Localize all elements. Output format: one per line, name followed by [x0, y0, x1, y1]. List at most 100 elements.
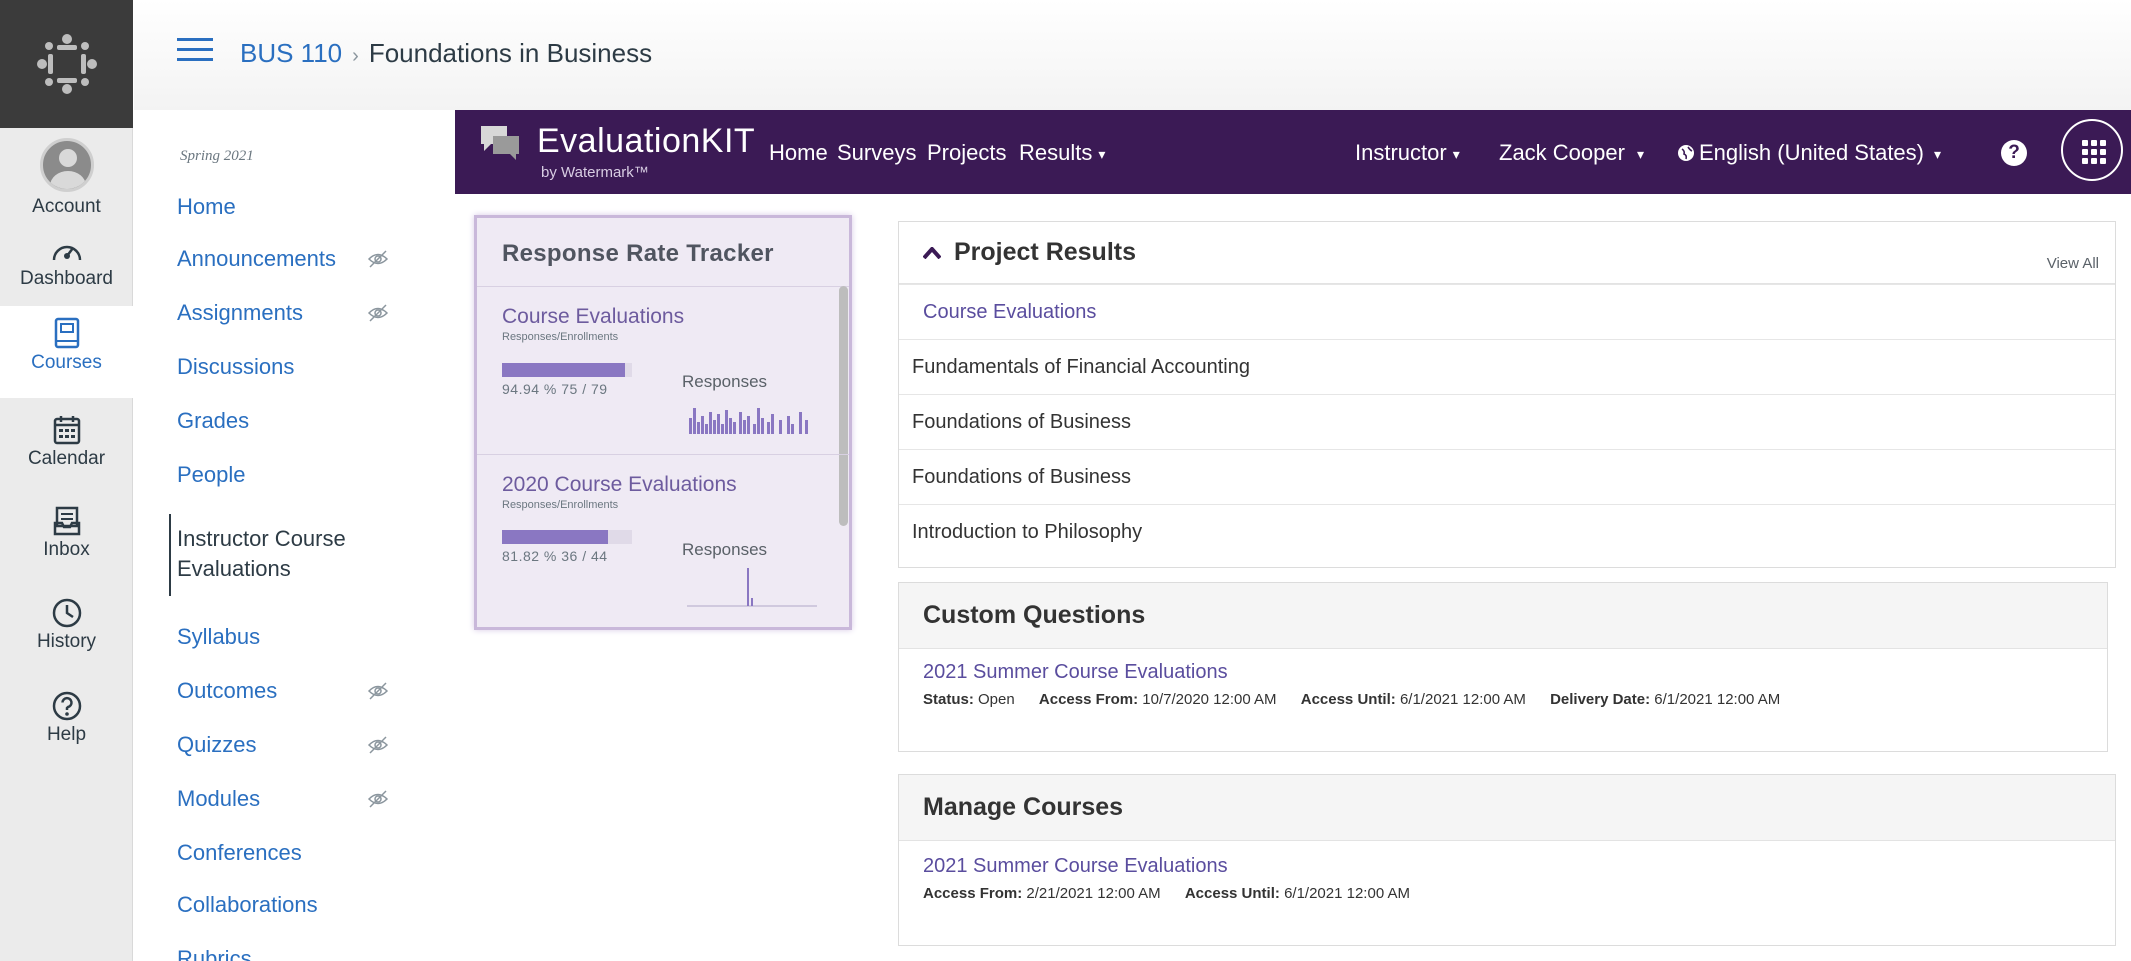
global-nav-label: Dashboard [20, 268, 113, 289]
course-nav-grades[interactable]: Grades [177, 408, 249, 434]
course-nav-rubrics[interactable]: Rubrics [177, 946, 252, 961]
hidden-eye-icon [367, 304, 389, 322]
course-nav-modules[interactable]: Modules [177, 786, 260, 812]
responses-sparkline [687, 568, 817, 607]
course-navigation: Spring 2021 Home Announcements Assignmen… [134, 110, 454, 961]
ek-user-dropdown[interactable]: Zack Cooper ▾ [1499, 140, 1644, 166]
hamburger-menu-icon[interactable] [177, 38, 213, 62]
manage-courses-survey-link[interactable]: 2021 Summer Course Evaluations [923, 855, 1228, 878]
help-icon[interactable]: ? [2001, 140, 2027, 166]
course-nav-collaborations[interactable]: Collaborations [177, 892, 318, 918]
global-nav-help[interactable]: Help [0, 690, 133, 772]
ek-nav-surveys[interactable]: Surveys [837, 140, 916, 166]
response-rate-tracker: Response Rate Tracker Course Evaluations… [474, 215, 852, 630]
project-results-row-label: Course Evaluations [923, 301, 1097, 323]
question-icon [52, 691, 81, 721]
project-results-row-label: Introduction to Philosophy [912, 521, 1143, 543]
response-rate-text: 94.94 % 75 / 79 [502, 381, 608, 397]
caret-down-icon: ▾ [1636, 145, 1644, 162]
course-nav-home[interactable]: Home [177, 194, 236, 220]
access-until-value: 6/1/2021 12:00 AM [1399, 691, 1526, 708]
caret-down-icon: ▾ [1452, 145, 1460, 162]
project-results-row[interactable]: Foundations of Business [899, 449, 2115, 504]
course-nav-quizzes[interactable]: Quizzes [177, 732, 256, 758]
tracker-scrollbar[interactable] [839, 286, 848, 526]
hidden-eye-icon [367, 682, 389, 700]
ek-language-label: English (United States) [1699, 140, 1924, 165]
project-results-row[interactable]: Fundamentals of Financial Accounting [899, 339, 2115, 394]
breadcrumb: BUS 110 › Foundations in Business [240, 38, 652, 69]
breadcrumb-course-link[interactable]: BUS 110 [240, 38, 342, 68]
custom-questions-survey-link[interactable]: 2021 Summer Course Evaluations [923, 661, 1228, 684]
apps-grid-icon[interactable] [2061, 119, 2123, 181]
global-nav-label: Calendar [27, 448, 106, 469]
clock-icon [52, 598, 81, 628]
globe-icon [1678, 145, 1694, 161]
tracker-entry-name[interactable]: Course Evaluations [502, 305, 684, 329]
global-nav-label: Inbox [43, 539, 90, 560]
status-value: Open [978, 691, 1015, 708]
active-indicator [169, 514, 171, 596]
panel-title: Manage Courses [923, 793, 1124, 821]
evaluationkit-brand[interactable]: EvaluationKIT [537, 122, 755, 161]
response-rate-bar [502, 530, 632, 544]
global-nav-label: History [36, 631, 97, 652]
status-label: Status: [923, 691, 974, 708]
breadcrumb-current-page: Foundations in Business [368, 38, 653, 68]
canvas-logo[interactable] [0, 0, 133, 128]
project-results-row[interactable]: Course Evaluations [899, 284, 2115, 339]
manage-courses-header: Manage Courses [899, 775, 2115, 841]
ek-nav-results[interactable]: Results ▾ [1019, 140, 1105, 166]
tracker-entry-subtitle: Responses/Enrollments [502, 331, 619, 343]
chat-bubbles-icon [481, 126, 519, 160]
calendar-icon [53, 416, 80, 445]
tracker-entry-name[interactable]: 2020 Course Evaluations [502, 473, 737, 497]
ek-role-dropdown[interactable]: Instructor ▾ [1355, 140, 1460, 166]
project-results-row[interactable]: Foundations of Business [899, 394, 2115, 449]
course-nav-outcomes[interactable]: Outcomes [177, 678, 277, 704]
course-nav-conferences[interactable]: Conferences [177, 840, 302, 866]
account-avatar-icon [39, 138, 94, 192]
global-nav-dashboard[interactable]: Dashboard [0, 232, 133, 302]
custom-questions-panel: Custom Questions 2021 Summer Course Eval… [898, 582, 2108, 752]
course-header: BUS 110 › Foundations in Business [134, 0, 2131, 110]
view-all-link[interactable]: View All [2047, 255, 2099, 272]
responses-label: Responses [682, 540, 768, 559]
tracker-entry-subtitle: Responses/Enrollments [502, 499, 619, 511]
global-nav-history[interactable]: History [0, 597, 133, 679]
response-rate-fill [502, 530, 609, 544]
response-rate-text: 81.82 % 36 / 44 [502, 548, 608, 564]
manage-courses-meta: Access From: 2/21/2021 12:00 AM Access U… [923, 885, 1410, 902]
caret-down-icon: ▾ [1098, 145, 1106, 162]
ek-user-label: Zack Cooper [1499, 140, 1625, 165]
access-until-value: 6/1/2021 12:00 AM [1284, 885, 1410, 902]
course-nav-discussions[interactable]: Discussions [177, 354, 294, 380]
global-nav-label: Account [32, 196, 101, 217]
project-results-header[interactable]: Project Results View All [899, 222, 2115, 284]
hidden-eye-icon [367, 790, 389, 808]
access-from-label: Access From: [923, 885, 1023, 902]
response-rate-fill [502, 363, 626, 377]
global-nav-courses[interactable]: Courses [0, 306, 133, 398]
ek-language-dropdown[interactable]: English (United States) ▾ [1677, 140, 1941, 166]
global-nav-label: Help [46, 724, 87, 745]
hidden-eye-icon [367, 736, 389, 754]
breadcrumb-separator: › [352, 45, 359, 67]
project-results-row[interactable]: Introduction to Philosophy [899, 504, 2115, 559]
global-nav-inbox[interactable]: Inbox [0, 505, 133, 587]
tracker-title: Response Rate Tracker [502, 240, 774, 267]
global-nav-calendar[interactable]: Calendar [0, 414, 133, 496]
course-nav-assignments[interactable]: Assignments [177, 300, 303, 326]
ek-nav-home[interactable]: Home [769, 140, 828, 166]
course-nav-syllabus[interactable]: Syllabus [177, 624, 260, 650]
course-nav-announcements[interactable]: Announcements [177, 246, 336, 272]
chevron-up-icon[interactable] [923, 247, 941, 259]
custom-questions-meta: Status: Open Access From: 10/7/2020 12:0… [923, 691, 1780, 708]
custom-questions-header: Custom Questions [899, 583, 2107, 649]
course-nav-people[interactable]: People [177, 462, 246, 488]
ek-nav-projects[interactable]: Projects [927, 140, 1006, 166]
canvas-logo-icon [36, 34, 97, 94]
course-nav-instructor-course-evaluations[interactable]: Instructor Course Evaluations [177, 524, 397, 584]
project-results-row-label: Foundations of Business [912, 411, 1132, 433]
global-nav-account[interactable]: Account [0, 132, 133, 228]
